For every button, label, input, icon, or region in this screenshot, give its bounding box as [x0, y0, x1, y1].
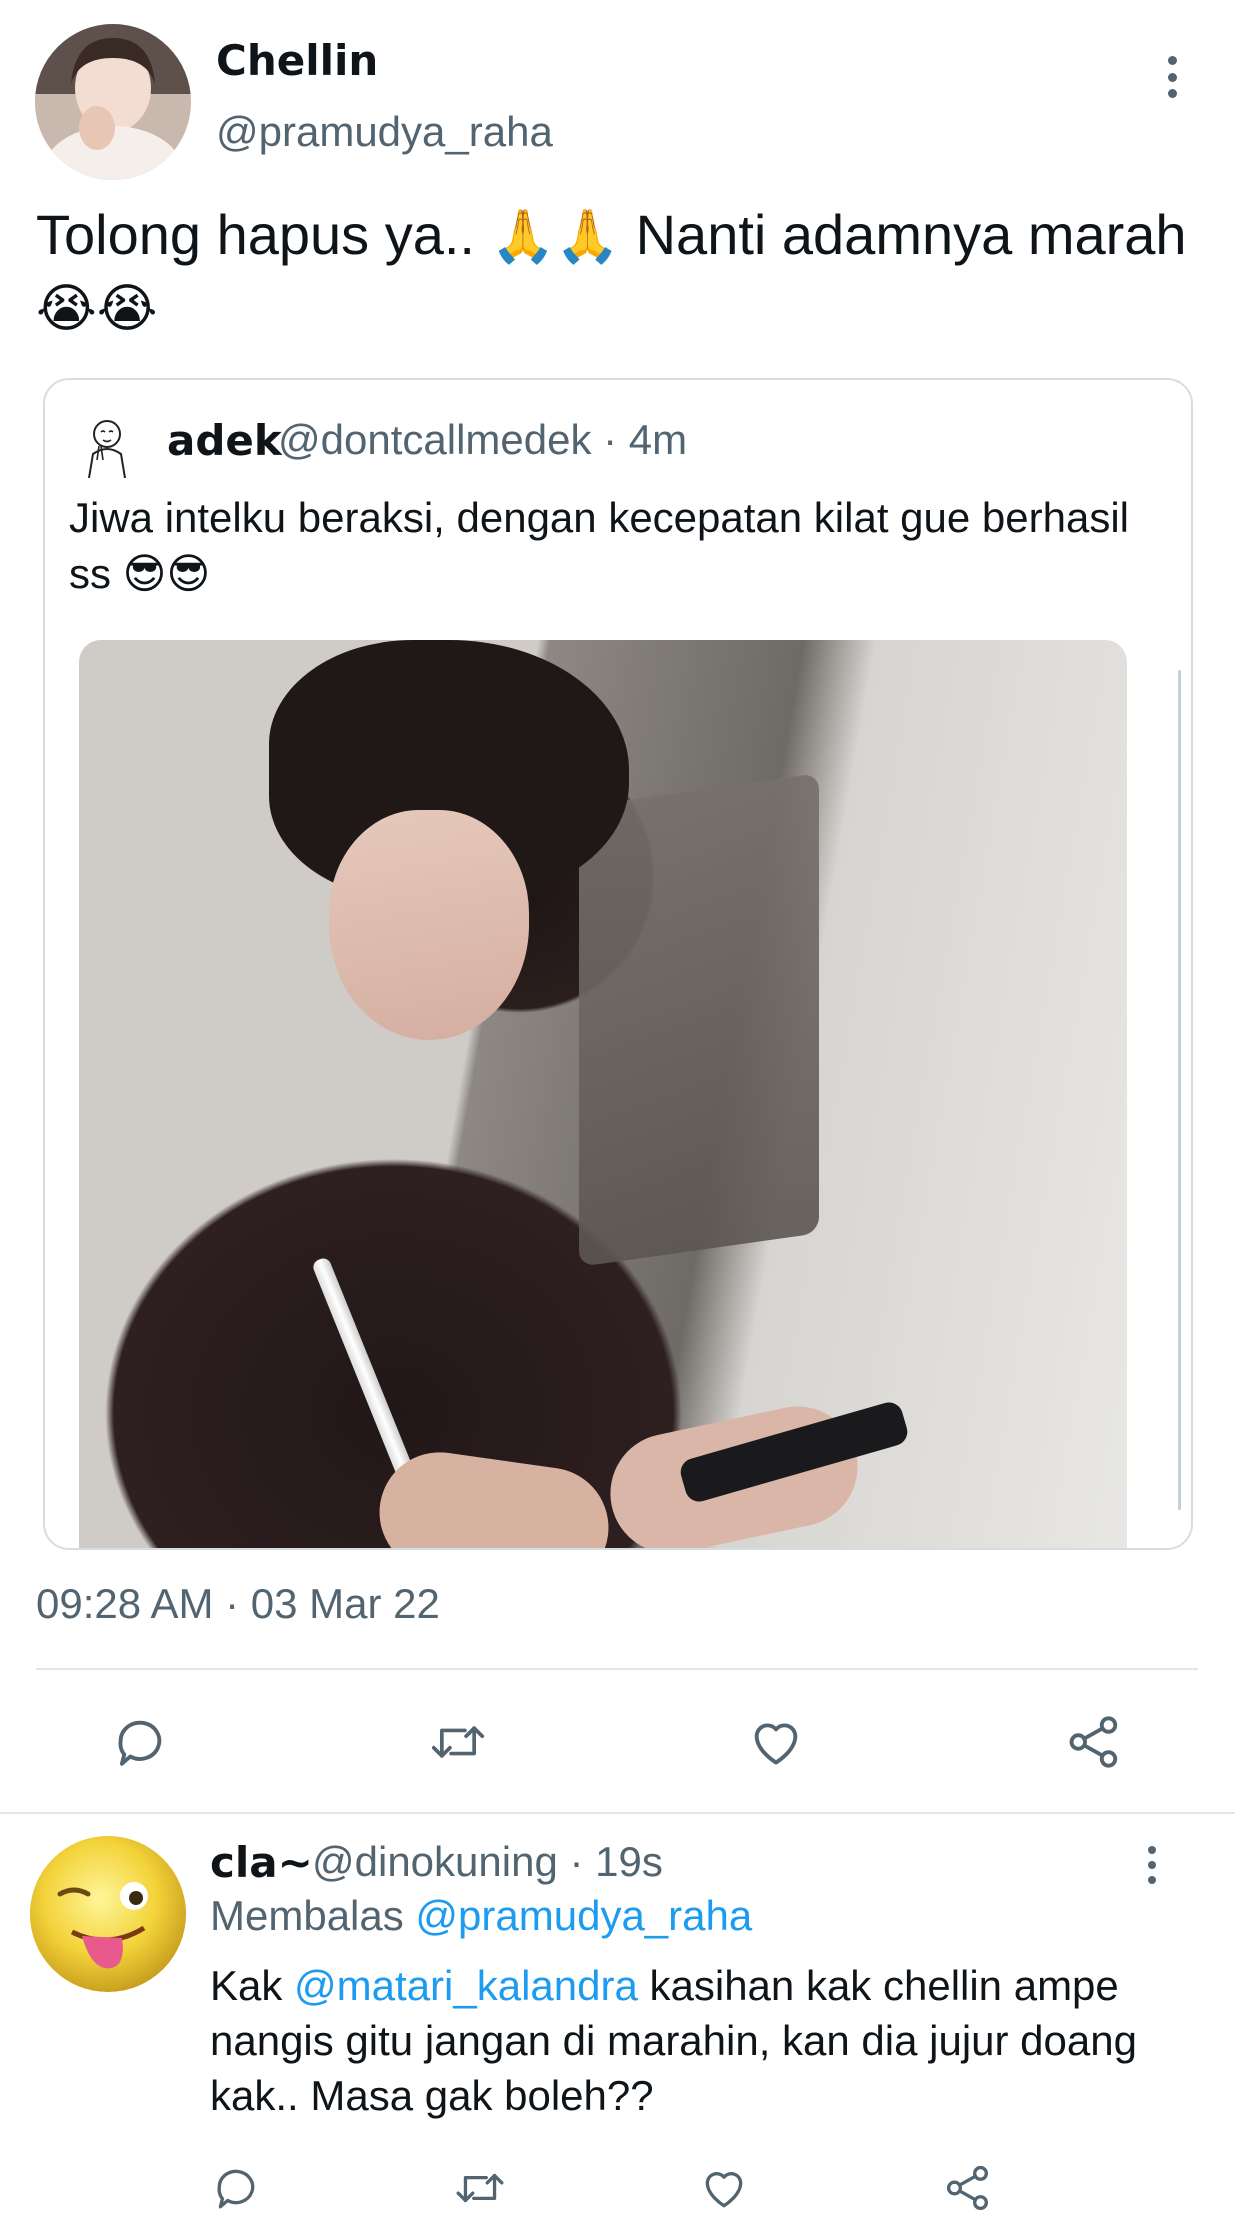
tweet-text-part: Nanti adamnya marah [620, 203, 1187, 266]
retweet-button[interactable] [428, 1712, 488, 1772]
divider [36, 1668, 1198, 1670]
reply-button[interactable] [206, 2158, 266, 2218]
like-button[interactable] [746, 1712, 806, 1772]
retweet-button[interactable] [450, 2158, 510, 2218]
reply-text: Kak @matari_kalandra kasihan kak chellin… [210, 1958, 1190, 2123]
quoted-text: Jiwa intelku beraksi, dengan kecepatan k… [69, 494, 1129, 597]
author-avatar[interactable] [35, 24, 191, 180]
quoted-tweet-photo[interactable] [79, 640, 1127, 1548]
quoted-tweet-text: Jiwa intelku beraksi, dengan kecepatan k… [69, 490, 1159, 602]
replying-to-mention[interactable]: @pramudya_raha [415, 1892, 752, 1939]
quoted-author-avatar [71, 412, 143, 484]
author-handle[interactable]: @pramudya_raha [216, 108, 553, 156]
reply-icon [118, 1720, 162, 1766]
reply-handle-time[interactable]: @dinokuning · 19s [312, 1838, 663, 1886]
reply-text-prefix: Kak [210, 1962, 295, 2009]
reply-more-options-button[interactable] [1132, 1842, 1172, 1888]
replying-to-label: Membalas [210, 1892, 416, 1939]
retweet-icon [456, 2173, 504, 2203]
quoted-handle-time: @dontcallmedek · 4m [278, 416, 688, 463]
more-vertical-icon [1148, 1846, 1156, 1854]
share-icon [946, 2165, 988, 2211]
share-icon [1069, 1716, 1118, 1768]
reply-author-avatar[interactable] [30, 1836, 186, 1992]
share-button[interactable] [1064, 1712, 1124, 1772]
reply-mention-link[interactable]: @matari_kalandra [294, 1962, 638, 2009]
tweet-timestamp[interactable]: 09:28 AM · 03 Mar 22 [36, 1580, 440, 1628]
replying-to-line: Membalas @pramudya_raha [210, 1892, 752, 1940]
sunglasses-emoji: 😎😎 [122, 550, 211, 597]
quoted-tweet-card[interactable]: adek @dontcallmedek · 4m Jiwa intelku be… [43, 378, 1193, 1550]
photo-chair [579, 773, 819, 1267]
retweet-icon [431, 1726, 485, 1758]
more-options-button[interactable] [1150, 50, 1194, 104]
pray-emoji: 🙏🙏 [490, 208, 621, 266]
more-vertical-icon [1167, 56, 1177, 65]
reply-display-name[interactable]: cla~ [210, 1838, 313, 1887]
author-display-name[interactable]: Chellin [216, 36, 378, 85]
divider [0, 1812, 1235, 1814]
reply-icon [217, 2169, 255, 2209]
like-icon [705, 2172, 743, 2208]
share-button[interactable] [938, 2158, 998, 2218]
crying-emoji: 😭😭 [36, 280, 158, 338]
reply-button[interactable] [110, 1712, 170, 1772]
photo-face [329, 810, 529, 1040]
like-button[interactable] [694, 2158, 754, 2218]
tweet-text-part: Tolong hapus ya.. [36, 203, 491, 266]
image-scrollbar[interactable] [1178, 670, 1181, 1510]
tweet-text: Tolong hapus ya.. 🙏🙏 Nanti adamnya marah… [36, 200, 1196, 344]
photo-hand [371, 1444, 617, 1548]
quoted-display-name: adek [167, 416, 282, 465]
like-icon [754, 1723, 798, 1765]
